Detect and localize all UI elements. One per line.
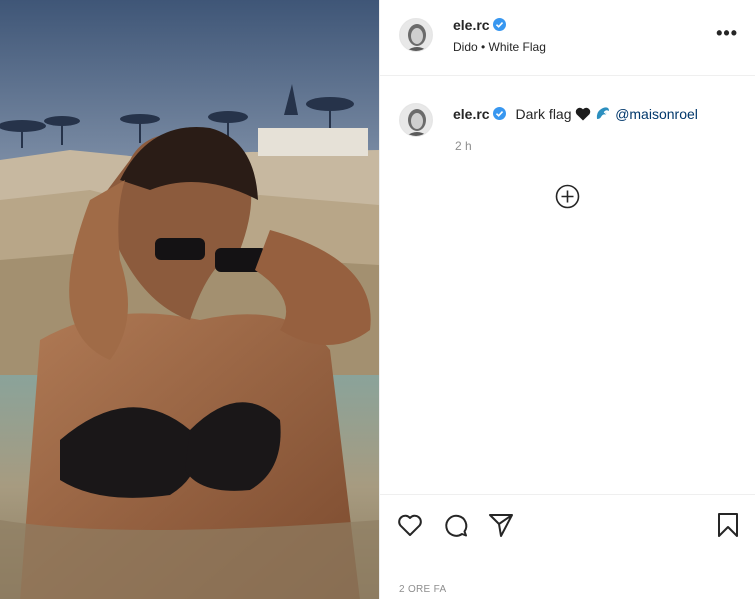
beach-photo [0, 0, 379, 599]
verified-badge-icon [492, 18, 506, 31]
more-options-icon[interactable]: ••• [716, 24, 738, 42]
post-date[interactable]: 2 ORE FA [399, 584, 446, 595]
caption-username[interactable]: ele.rc [453, 106, 506, 122]
verified-badge-icon [492, 107, 506, 120]
action-bar: 2 ORE FA [380, 494, 755, 599]
post-detail-panel: ele.rc Dido • White Flag ••• ele.rc Dark… [379, 0, 755, 599]
caption: ele.rc Dark flag @maisonroel [453, 105, 698, 123]
avatar-image [400, 104, 432, 136]
comment-timestamp[interactable]: 2 h [455, 139, 472, 153]
post-photo[interactable] [0, 0, 379, 599]
mention-link[interactable]: @maisonroel [615, 106, 698, 122]
heart-icon[interactable] [396, 511, 424, 539]
caption-text: Dark flag [515, 106, 572, 122]
comment-icon[interactable] [442, 511, 470, 539]
bookmark-icon[interactable] [714, 511, 742, 539]
avatar[interactable] [399, 103, 433, 137]
audio-track[interactable]: Dido • White Flag [453, 40, 546, 54]
share-icon[interactable] [487, 511, 515, 539]
username[interactable]: ele.rc [453, 17, 506, 33]
post-header: ele.rc Dido • White Flag ••• [380, 0, 755, 76]
caption-username-text[interactable]: ele.rc [453, 106, 490, 122]
plus-circle-icon[interactable] [555, 184, 580, 209]
wave-emoji-icon [597, 107, 610, 119]
avatar-image [400, 19, 432, 51]
black-heart-emoji-icon [576, 107, 591, 121]
avatar[interactable] [399, 18, 433, 52]
username-text[interactable]: ele.rc [453, 17, 490, 33]
